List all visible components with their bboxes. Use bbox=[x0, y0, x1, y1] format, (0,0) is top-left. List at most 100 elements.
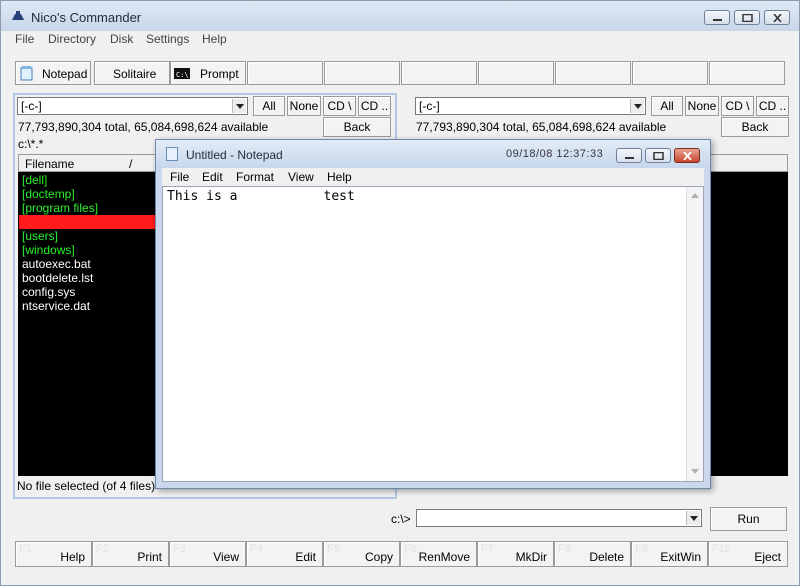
right-disk-space: 77,793,890,304 total, 65,084,698,624 ava… bbox=[416, 120, 667, 134]
f8-delete-button[interactable]: F8 Delete bbox=[554, 541, 631, 567]
fkey-label: MkDir bbox=[515, 550, 547, 564]
notepad-icon bbox=[20, 66, 33, 81]
fkey-number: F7 bbox=[481, 543, 494, 555]
menu-directory[interactable]: Directory bbox=[48, 32, 96, 46]
left-drive-dropdown[interactable] bbox=[232, 99, 246, 113]
fkey-label: Delete bbox=[589, 550, 624, 564]
notepad-menu-edit[interactable]: Edit bbox=[202, 170, 223, 184]
f1-help-button[interactable]: F1 Help bbox=[15, 541, 92, 567]
maximize-button[interactable] bbox=[734, 10, 760, 25]
left-file-list[interactable]: Filename / [dell] [doctemp] [program fil… bbox=[18, 154, 158, 476]
left-select-none-button[interactable]: None bbox=[287, 96, 321, 116]
right-drive-dropdown[interactable] bbox=[630, 99, 644, 113]
list-item[interactable]: [windows] bbox=[22, 243, 75, 257]
left-cd-up-button[interactable]: CD .. bbox=[358, 96, 391, 116]
left-back-button[interactable]: Back bbox=[323, 117, 391, 137]
close-button[interactable] bbox=[764, 10, 790, 25]
f5-copy-button[interactable]: F5 Copy bbox=[323, 541, 400, 567]
notepad-vertical-scrollbar[interactable] bbox=[686, 187, 703, 481]
f3-view-button[interactable]: F3 View bbox=[169, 541, 246, 567]
empty-tool-button-7[interactable] bbox=[709, 61, 785, 85]
fkey-number: F2 bbox=[96, 543, 109, 555]
notepad-menu-file[interactable]: File bbox=[170, 170, 189, 184]
left-cd-root-button[interactable]: CD \ bbox=[323, 96, 356, 116]
run-button[interactable]: Run bbox=[710, 507, 787, 531]
command-input[interactable] bbox=[416, 509, 702, 527]
right-file-list[interactable] bbox=[708, 154, 788, 476]
right-select-all-button[interactable]: All bbox=[651, 96, 683, 116]
fkey-label: Edit bbox=[295, 550, 316, 564]
fkey-label: RenMove bbox=[418, 550, 470, 564]
close-icon bbox=[683, 152, 692, 160]
left-list-header[interactable]: Filename / bbox=[18, 154, 158, 172]
list-item[interactable]: [doctemp] bbox=[22, 187, 75, 201]
notepad-menu-view[interactable]: View bbox=[288, 170, 314, 184]
notepad-content: This is a test bbox=[167, 189, 355, 204]
fkey-label: ExitWin bbox=[660, 550, 701, 564]
f2-print-button[interactable]: F2 Print bbox=[92, 541, 169, 567]
f10-eject-button[interactable]: F10 Eject bbox=[708, 541, 788, 567]
scroll-down-icon[interactable] bbox=[691, 469, 699, 474]
left-disk-space: 77,793,890,304 total, 65,084,698,624 ava… bbox=[18, 120, 269, 134]
notepad-close-button[interactable] bbox=[674, 148, 700, 163]
selected-row-highlight[interactable] bbox=[19, 215, 157, 229]
left-select-all-button[interactable]: All bbox=[253, 96, 285, 116]
list-item[interactable]: [dell] bbox=[22, 173, 47, 187]
right-back-button[interactable]: Back bbox=[721, 117, 789, 137]
f9-exitwin-button[interactable]: F9 ExitWin bbox=[631, 541, 708, 567]
notepad-clock: 09/18/08 12:37:33 bbox=[506, 148, 604, 160]
notepad-menu-format[interactable]: Format bbox=[236, 170, 274, 184]
notepad-menu-help[interactable]: Help bbox=[327, 170, 352, 184]
list-item[interactable]: config.sys bbox=[22, 285, 75, 299]
notepad-title-bar[interactable]: Untitled - Notepad 09/18/08 12:37:33 bbox=[156, 140, 710, 168]
list-item[interactable]: [users] bbox=[22, 229, 58, 243]
menu-file[interactable]: File bbox=[15, 32, 34, 46]
notepad-window[interactable]: Untitled - Notepad 09/18/08 12:37:33 Fil… bbox=[155, 139, 711, 489]
list-item[interactable]: ntservice.dat bbox=[22, 299, 90, 313]
notepad-icon bbox=[166, 147, 178, 161]
fkey-label: Eject bbox=[754, 550, 781, 564]
notepad-tool-label: Notepad bbox=[42, 67, 88, 81]
minimize-icon bbox=[625, 157, 634, 159]
menu-help[interactable]: Help bbox=[202, 32, 227, 46]
prompt-tool-label: Prompt bbox=[200, 67, 239, 81]
empty-tool-button-4[interactable] bbox=[478, 61, 554, 85]
f4-edit-button[interactable]: F4 Edit bbox=[246, 541, 323, 567]
fkey-label: Print bbox=[137, 550, 162, 564]
list-item[interactable]: autoexec.bat bbox=[22, 257, 91, 271]
empty-tool-button-2[interactable] bbox=[324, 61, 400, 85]
empty-tool-button-3[interactable] bbox=[401, 61, 477, 85]
chevron-down-icon bbox=[690, 516, 698, 521]
close-icon bbox=[773, 14, 782, 22]
command-history-dropdown[interactable] bbox=[686, 511, 700, 525]
notepad-title: Untitled - Notepad bbox=[186, 148, 283, 162]
minimize-button[interactable] bbox=[704, 10, 730, 25]
menu-disk[interactable]: Disk bbox=[110, 32, 133, 46]
filename-column-header[interactable]: Filename bbox=[25, 157, 74, 171]
menu-settings[interactable]: Settings bbox=[146, 32, 189, 46]
notepad-text-area[interactable]: This is a test bbox=[162, 186, 704, 482]
empty-tool-button-5[interactable] bbox=[555, 61, 631, 85]
command-prompt-label: c:\> bbox=[391, 512, 411, 526]
app-icon bbox=[12, 11, 24, 20]
right-drive-select[interactable]: [-c-] bbox=[415, 97, 646, 115]
solitaire-tool-button[interactable]: Solitaire bbox=[94, 61, 170, 85]
right-cd-up-button[interactable]: CD .. bbox=[756, 96, 789, 116]
right-select-none-button[interactable]: None bbox=[685, 96, 719, 116]
left-drive-select[interactable]: [-c-] bbox=[17, 97, 248, 115]
list-item[interactable]: bootdelete.lst bbox=[22, 271, 93, 285]
prompt-tool-button[interactable]: C:\ Prompt bbox=[170, 61, 246, 85]
notepad-tool-button[interactable]: Notepad bbox=[15, 61, 91, 85]
empty-tool-button-6[interactable] bbox=[632, 61, 708, 85]
right-cd-root-button[interactable]: CD \ bbox=[721, 96, 754, 116]
list-item[interactable]: [program files] bbox=[22, 201, 98, 215]
notepad-minimize-button[interactable] bbox=[616, 148, 642, 163]
chevron-down-icon bbox=[634, 104, 642, 109]
maximize-icon bbox=[653, 152, 664, 160]
f7-mkdir-button[interactable]: F7 MkDir bbox=[477, 541, 554, 567]
notepad-maximize-button[interactable] bbox=[645, 148, 671, 163]
empty-tool-button-1[interactable] bbox=[247, 61, 323, 85]
scroll-up-icon[interactable] bbox=[691, 193, 699, 198]
f6-renmove-button[interactable]: F6 RenMove bbox=[400, 541, 477, 567]
right-list-header[interactable] bbox=[708, 154, 788, 172]
